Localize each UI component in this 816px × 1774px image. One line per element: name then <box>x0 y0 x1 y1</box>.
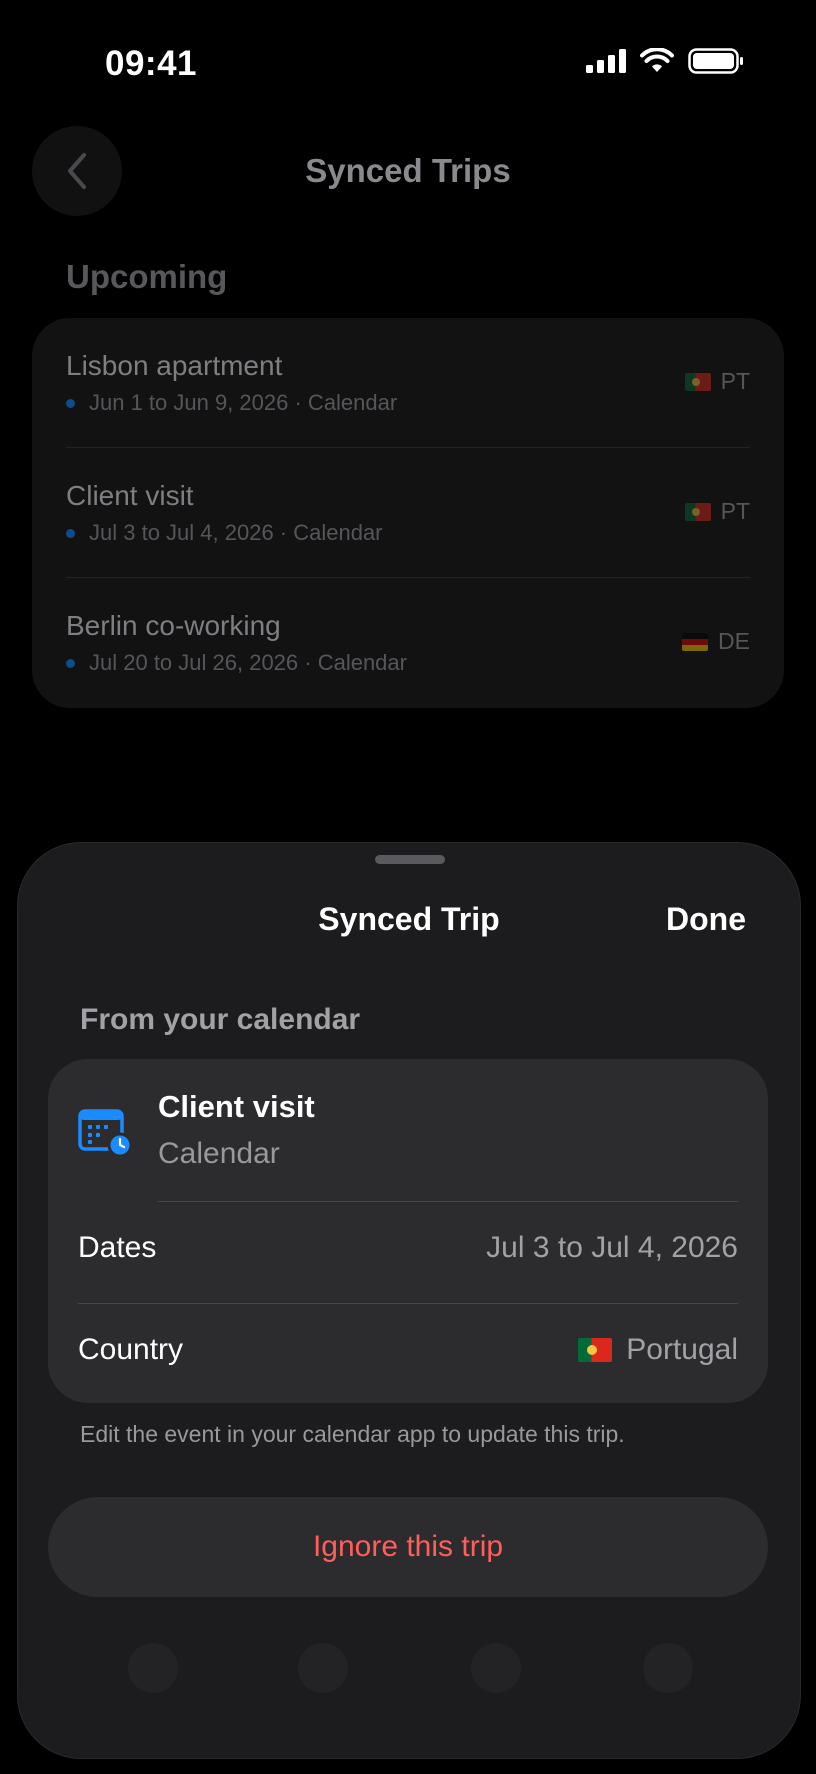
germany-flag-icon <box>682 632 709 651</box>
calendar-clock-icon <box>78 1109 133 1157</box>
trip-country: DE <box>682 628 750 655</box>
calendar-dot-icon <box>66 398 75 408</box>
country-value: Portugal <box>578 1333 738 1367</box>
row-divider <box>78 1303 738 1304</box>
done-button[interactable]: Done <box>666 901 746 938</box>
trip-row-client-visit[interactable]: Client visit Jul 3 to Jul 4, 2026 · Cale… <box>66 448 750 578</box>
upcoming-trips-list: Lisbon apartment Jun 1 to Jun 9, 2026 · … <box>32 318 784 708</box>
trip-row-lisbon-apartment[interactable]: Lisbon apartment Jun 1 to Jun 9, 2026 · … <box>66 318 750 448</box>
trip-name: Lisbon apartment <box>66 350 283 381</box>
page-title: Synced Trips <box>305 152 511 189</box>
trip-subtitle: Jun 1 to Jun 9, 2026 · Calendar <box>66 390 397 416</box>
synced-trip-sheet: Synced Trip Done From your calendar Clie… <box>17 842 801 1759</box>
trip-subtitle: Jul 3 to Jul 4, 2026 · Calendar <box>66 520 383 546</box>
calendar-dot-icon <box>66 658 75 668</box>
event-title: Client visit <box>158 1089 315 1124</box>
edit-hint-text: Edit the event in your calendar app to u… <box>80 1421 625 1447</box>
trip-subtitle: Jul 20 to Jul 26, 2026 · Calendar <box>66 650 407 676</box>
portugal-flag-icon <box>684 372 711 391</box>
trip-row-berlin-co-working[interactable]: Berlin co-working Jul 20 to Jul 26, 2026… <box>66 578 750 708</box>
event-source: Calendar <box>158 1137 280 1170</box>
dates-label: Dates <box>78 1231 157 1264</box>
country-code: PT <box>720 498 750 524</box>
country-code: PT <box>720 368 750 394</box>
row-divider <box>158 1201 738 1202</box>
portugal-flag-icon <box>578 1338 613 1362</box>
trip-dates: Jul 3 to Jul 4, 2026 · Calendar <box>89 520 383 545</box>
ignore-trip-button[interactable]: Ignore this trip <box>48 1497 768 1597</box>
trip-dates: Jun 1 to Jun 9, 2026 · Calendar <box>89 390 398 415</box>
country-label: Country <box>78 1333 184 1366</box>
trip-dates: Jul 20 to Jul 26, 2026 · Calendar <box>89 650 407 675</box>
country-code: DE <box>718 628 750 654</box>
trip-name: Berlin co-working <box>66 610 281 641</box>
trip-country: PT <box>684 498 750 525</box>
sheet-grabber[interactable] <box>375 855 445 864</box>
trip-name: Client visit <box>66 480 194 511</box>
tab-bar-ghost-icon <box>128 1643 178 1693</box>
calendar-dot-icon <box>66 528 75 538</box>
section-header-upcoming: Upcoming <box>66 258 228 295</box>
trip-details-card: Client visit Calendar Dates Jul 3 to Jul… <box>48 1059 768 1403</box>
country-name: Portugal <box>626 1333 738 1366</box>
tab-bar-ghost-icon <box>298 1643 348 1693</box>
dates-value: Jul 3 to Jul 4, 2026 <box>486 1231 738 1264</box>
portugal-flag-icon <box>684 502 711 521</box>
tab-bar-ghost-icon <box>643 1643 693 1693</box>
tab-bar-ghost-icon <box>471 1643 521 1693</box>
section-header-from-calendar: From your calendar <box>80 1003 361 1036</box>
trip-country: PT <box>684 368 750 395</box>
